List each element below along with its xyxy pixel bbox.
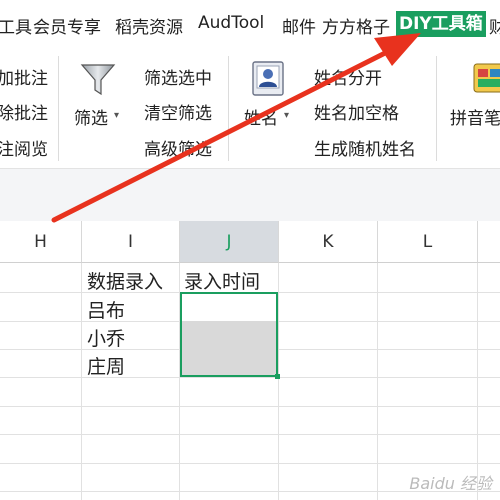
name-label: 姓名 [244, 109, 278, 129]
column-header-k[interactable]: K [279, 221, 378, 263]
dropdown-caret-icon: ▾ [284, 110, 290, 121]
grid-line [377, 263, 378, 500]
split-name-button[interactable]: 姓名分开 [314, 64, 382, 89]
menu-member[interactable]: 会员专享 [33, 13, 101, 38]
filter-button[interactable]: 筛选 ▾ [70, 58, 126, 138]
grid-line [0, 406, 500, 407]
cell-j1[interactable]: 录入时间 [184, 267, 260, 294]
menu-bar: 工具 会员专享 稻壳资源 AudTool 邮件 方方格子 DIY工具箱 财 [0, 0, 500, 50]
watermark: Baidu 经验 [409, 474, 492, 493]
fill-handle[interactable] [275, 374, 280, 379]
column-header-m[interactable] [478, 221, 500, 263]
grid-line [278, 263, 279, 500]
name-add-space-button[interactable]: 姓名加空格 [314, 99, 399, 124]
grid-line [0, 434, 500, 435]
grid-line [477, 263, 478, 500]
grid-line [0, 377, 500, 378]
view-comments-button[interactable]: 注阅览 [0, 135, 48, 160]
menu-more[interactable]: 财 [489, 13, 500, 38]
clear-filter-button[interactable]: 清空筛选 [144, 99, 212, 124]
advanced-filter-button[interactable]: 高级筛选 [144, 135, 212, 160]
add-comment-button[interactable]: 加批注 [0, 64, 48, 89]
column-header-h[interactable]: H [0, 221, 82, 263]
spreadsheet-grid[interactable]: H I J K L 数据录入 录入时间 吕布 小乔 庄周 Baidu 经验 [0, 221, 500, 500]
dropdown-caret-icon: ▾ [114, 110, 120, 121]
cell-i1[interactable]: 数据录入 [87, 267, 163, 294]
funnel-icon [80, 64, 116, 96]
menu-fangfang[interactable]: 方方格子 [322, 13, 390, 38]
menu-tools[interactable]: 工具 [0, 13, 32, 38]
menu-diy-toolbox[interactable]: DIY工具箱 [396, 11, 486, 37]
cell-i2[interactable]: 吕布 [87, 296, 125, 323]
column-header-l[interactable]: L [378, 221, 478, 263]
filter-label: 筛选 [74, 109, 108, 129]
ribbon: 加批注 除批注 注阅览 筛选 ▾ 筛选选中 清空筛选 高级筛选 姓名 ▾ 姓名分… [0, 50, 500, 168]
person-card-icon [252, 61, 284, 96]
grid-line [81, 263, 82, 500]
name-button[interactable]: 姓名 ▾ [240, 58, 300, 138]
pinyin-label: 拼音笔 [450, 109, 500, 129]
ribbon-separator [58, 56, 59, 161]
formula-bar[interactable] [0, 168, 500, 221]
menu-mail[interactable]: 邮件 [282, 13, 316, 38]
grid-line [0, 463, 500, 464]
ribbon-separator [228, 56, 229, 161]
pinyin-icon [473, 63, 500, 93]
ribbon-separator [436, 56, 437, 161]
menu-docer[interactable]: 稻壳资源 [115, 13, 183, 38]
delete-comment-button[interactable]: 除批注 [0, 99, 48, 124]
column-header-i[interactable]: I [82, 221, 180, 263]
selected-range[interactable] [180, 292, 278, 377]
cell-i3[interactable]: 小乔 [87, 324, 125, 351]
random-name-button[interactable]: 生成随机姓名 [314, 135, 416, 160]
menu-audtool[interactable]: AudTool [198, 13, 264, 33]
column-header-j[interactable]: J [180, 221, 279, 263]
pinyin-button[interactable]: 拼音笔 [446, 58, 500, 138]
filter-selected-button[interactable]: 筛选选中 [144, 64, 212, 89]
cell-i4[interactable]: 庄周 [87, 352, 125, 379]
